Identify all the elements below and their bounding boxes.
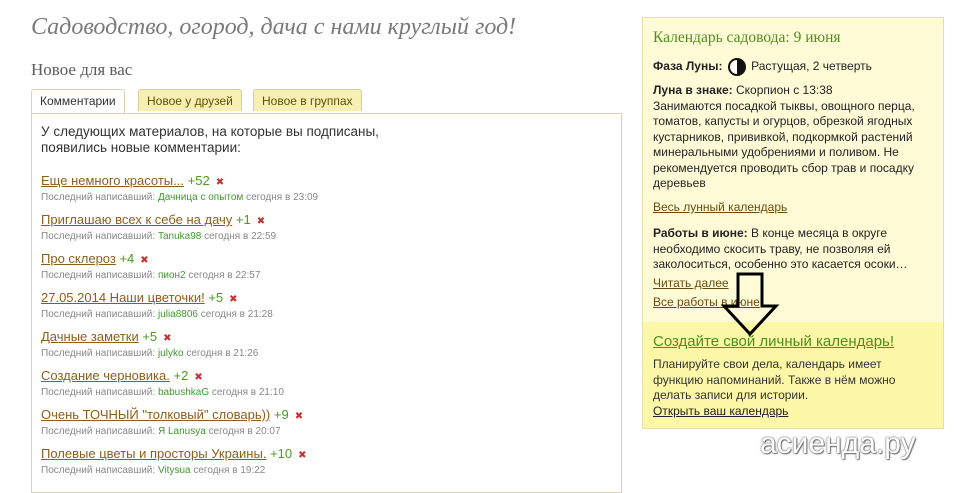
last-writer-label: Последний написавший: <box>41 192 156 203</box>
work-label: Работы в июне: <box>653 226 748 240</box>
tab-friends[interactable]: Новое у друзей <box>138 89 242 111</box>
comment-count: +1 <box>235 212 251 227</box>
down-arrow-icon <box>720 272 780 337</box>
comment-title-link[interactable]: Создание черновика. <box>41 368 170 383</box>
comment-count: +10 <box>270 446 293 461</box>
moon-phase-icon <box>727 58 746 76</box>
site-title: Садоводство, огород, дача с нами круглый… <box>31 14 517 40</box>
moon-phase: Фаза Луны: Растущая, 2 четверть <box>653 58 872 76</box>
comment-user-link[interactable]: Я Lanusya <box>158 426 206 437</box>
comment-user-link[interactable]: Дачница с опытом <box>158 192 243 203</box>
work-block: Работы в июне: В конце месяца в округе н… <box>653 226 935 273</box>
open-calendar-link[interactable]: Открыть ваш календарь <box>653 404 788 418</box>
comment-title-link[interactable]: Про склероз <box>41 251 116 266</box>
comment-title-link[interactable]: Полевые цветы и просторы Украины. <box>41 446 266 461</box>
comment-user-link[interactable]: julia8806 <box>158 309 198 320</box>
delete-icon[interactable]: ✖ <box>140 255 148 266</box>
comment-user-link[interactable]: Vitysua <box>158 465 191 476</box>
moon-sign-label: Луна в знаке: <box>653 83 733 97</box>
tab-groups[interactable]: Новое в группах <box>253 89 362 111</box>
comment-time: сегодня в 22:57 <box>188 270 261 281</box>
comment-count: +52 <box>187 173 210 188</box>
comment-user-link[interactable]: Tanuka98 <box>158 231 201 242</box>
comment-user-link[interactable]: пион2 <box>158 270 186 281</box>
comment-time: сегодня в 21:10 <box>211 387 284 398</box>
delete-icon[interactable]: ✖ <box>295 411 303 422</box>
comment-count: +4 <box>119 251 135 266</box>
comment-time: сегодня в 22:59 <box>204 231 277 242</box>
intro-text: У следующих материалов, на которые вы по… <box>41 124 379 155</box>
lunar-calendar-link[interactable]: Весь лунный календарь <box>653 200 787 214</box>
comment-count: +5 <box>142 329 158 344</box>
comment-item: Создание черновика. +2 ✖ Последний написав… <box>41 368 284 399</box>
comment-count: +5 <box>208 290 224 305</box>
section-title: Новое для вас <box>31 60 133 79</box>
calendar-title: Календарь садовода: 9 июня <box>653 29 841 46</box>
last-writer-label: Последний написавший: <box>41 465 156 476</box>
comment-time: сегодня в 21:28 <box>200 309 273 320</box>
last-writer-label: Последний написавший: <box>41 309 156 320</box>
comment-item: Еще немного красоты... +52 ✖ Последний нап… <box>41 173 318 204</box>
comment-time: сегодня в 19:22 <box>193 465 266 476</box>
comment-count: +9 <box>273 407 289 422</box>
moon-sign: Луна в знаке: Скорпион с 13:38 Занимаютс… <box>653 83 935 192</box>
comment-time: сегодня в 21:26 <box>186 348 259 359</box>
lunar-calendar-link-wrap: Весь лунный календарь <box>653 200 787 216</box>
moon-phase-label: Фаза Луны: <box>653 59 723 74</box>
comment-user-link[interactable]: julyko <box>158 348 184 359</box>
moon-description: Занимаются посадкой тыквы, овощного перц… <box>653 98 915 191</box>
comment-title-link[interactable]: Очень ТОЧНЫЙ "толковый" словарь)) <box>41 407 270 422</box>
comment-user-link[interactable]: babushkaG <box>158 387 209 398</box>
comment-item: Дачные заметки +5 ✖ Последний написавший: … <box>41 329 258 360</box>
tab-comments[interactable]: Комментарии <box>31 89 125 114</box>
last-writer-label: Последний написавший: <box>41 387 156 398</box>
delete-icon[interactable]: ✖ <box>194 372 202 383</box>
comment-item: Полевые цветы и просторы Украины. +10 ✖ По… <box>41 446 307 477</box>
comment-item: Про склероз +4 ✖ Последний написавший: пио… <box>41 251 260 282</box>
last-writer-label: Последний написавший: <box>41 426 156 437</box>
last-writer-label: Последний написавший: <box>41 231 156 242</box>
moon-sign-value: Скорпион с 13:38 <box>735 83 833 97</box>
delete-icon[interactable]: ✖ <box>229 294 237 305</box>
promo-text: Планируйте свои дела, календарь имеет фу… <box>653 357 896 402</box>
delete-icon[interactable]: ✖ <box>163 333 171 344</box>
comment-title-link[interactable]: Приглашаю всех к себе на дачу <box>41 212 232 227</box>
moon-phase-value: Растущая, 2 четверть <box>751 59 872 74</box>
watermark-text: асиенда.ру <box>760 427 916 460</box>
delete-icon[interactable]: ✖ <box>298 450 306 461</box>
last-writer-label: Последний написавший: <box>41 270 156 281</box>
comment-item: 27.05.2014 Наши цветочки! +5 ✖ Последний н… <box>41 290 273 321</box>
comment-title-link[interactable]: 27.05.2014 Наши цветочки! <box>41 290 205 305</box>
comment-time: сегодня в 20:07 <box>208 426 281 437</box>
watermark: асиенда.ру <box>760 427 950 475</box>
delete-icon[interactable]: ✖ <box>216 177 224 188</box>
comment-item: Очень ТОЧНЫЙ "толковый" словарь)) +9 ✖ Пос… <box>41 407 303 438</box>
last-writer-label: Последний написавший: <box>41 348 156 359</box>
comment-title-link[interactable]: Дачные заметки <box>41 329 139 344</box>
comment-time: сегодня в 23:09 <box>246 192 319 203</box>
delete-icon[interactable]: ✖ <box>257 216 265 227</box>
comment-item: Приглашаю всех к себе на дачу +1 ✖ Последн… <box>41 212 276 243</box>
comment-count: +2 <box>173 368 189 383</box>
comment-title-link[interactable]: Еще немного красоты... <box>41 173 184 188</box>
